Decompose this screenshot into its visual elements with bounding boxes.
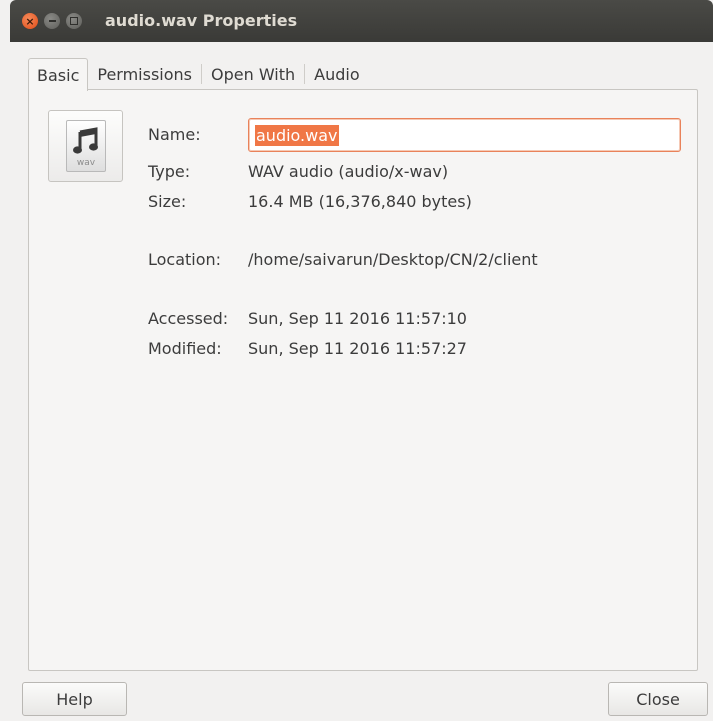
name-input[interactable]: audio.wav (248, 118, 681, 152)
modified-label: Modified: (148, 339, 222, 358)
close-button[interactable]: Close (608, 682, 708, 716)
accessed-label: Accessed: (148, 309, 229, 328)
size-value: 16.4 MB (16,376,840 bytes) (248, 192, 472, 211)
tab-bar: Basic Permissions Open With Audio (28, 58, 369, 91)
location-label: Location: (148, 250, 222, 269)
help-button[interactable]: Help (22, 682, 127, 716)
name-label: Name: (148, 125, 201, 144)
size-label: Size: (148, 192, 187, 211)
window-maximize-icon[interactable] (66, 13, 82, 29)
tab-open-with[interactable]: Open With (202, 58, 304, 90)
type-value: WAV audio (audio/x-wav) (248, 162, 449, 181)
window-close-icon[interactable]: × (22, 13, 38, 29)
location-value: /home/saivarun/Desktop/CN/2/client (248, 250, 538, 269)
accessed-value: Sun, Sep 11 2016 11:57:10 (248, 309, 467, 328)
file-icon-button[interactable]: wav (48, 110, 123, 182)
tab-basic[interactable]: Basic (28, 58, 89, 91)
music-note-icon (73, 127, 98, 154)
tab-audio[interactable]: Audio (305, 58, 368, 90)
name-input-selected-text: audio.wav (255, 124, 339, 146)
file-extension-label: wav (76, 158, 96, 168)
window-minimize-icon[interactable] (44, 13, 60, 29)
tab-permissions[interactable]: Permissions (88, 58, 201, 90)
audio-file-icon: wav (66, 120, 106, 172)
title-bar[interactable]: × audio.wav Properties (10, 0, 713, 42)
modified-value: Sun, Sep 11 2016 11:57:27 (248, 339, 467, 358)
type-label: Type: (148, 162, 191, 181)
window-title: audio.wav Properties (105, 11, 298, 30)
